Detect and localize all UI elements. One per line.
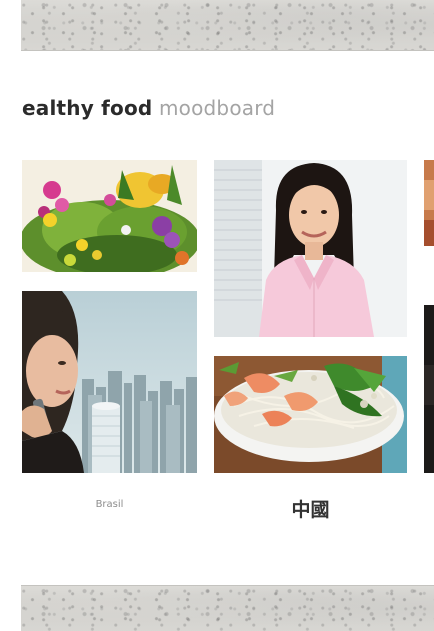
partial-photo-top-right [424,160,434,246]
concrete-top-banner [21,0,434,51]
title-light: moodboard [158,96,276,120]
moodboard-page: ealthy food moodboard Brasil 中國 [0,0,434,631]
salad-photo [22,160,197,272]
concrete-bottom-banner [21,585,434,631]
woman-phone-city-photo [22,291,197,473]
partial-photo-mid-right [424,305,434,473]
noodle-salad-photo [214,356,407,473]
caption-brasil: Brasil [95,499,124,510]
moodboard-title: ealthy food moodboard [22,96,275,120]
caption-china: 中國 [291,499,330,521]
woman-pink-shirt-photo [214,160,407,337]
title-bold: ealthy food [22,96,153,120]
